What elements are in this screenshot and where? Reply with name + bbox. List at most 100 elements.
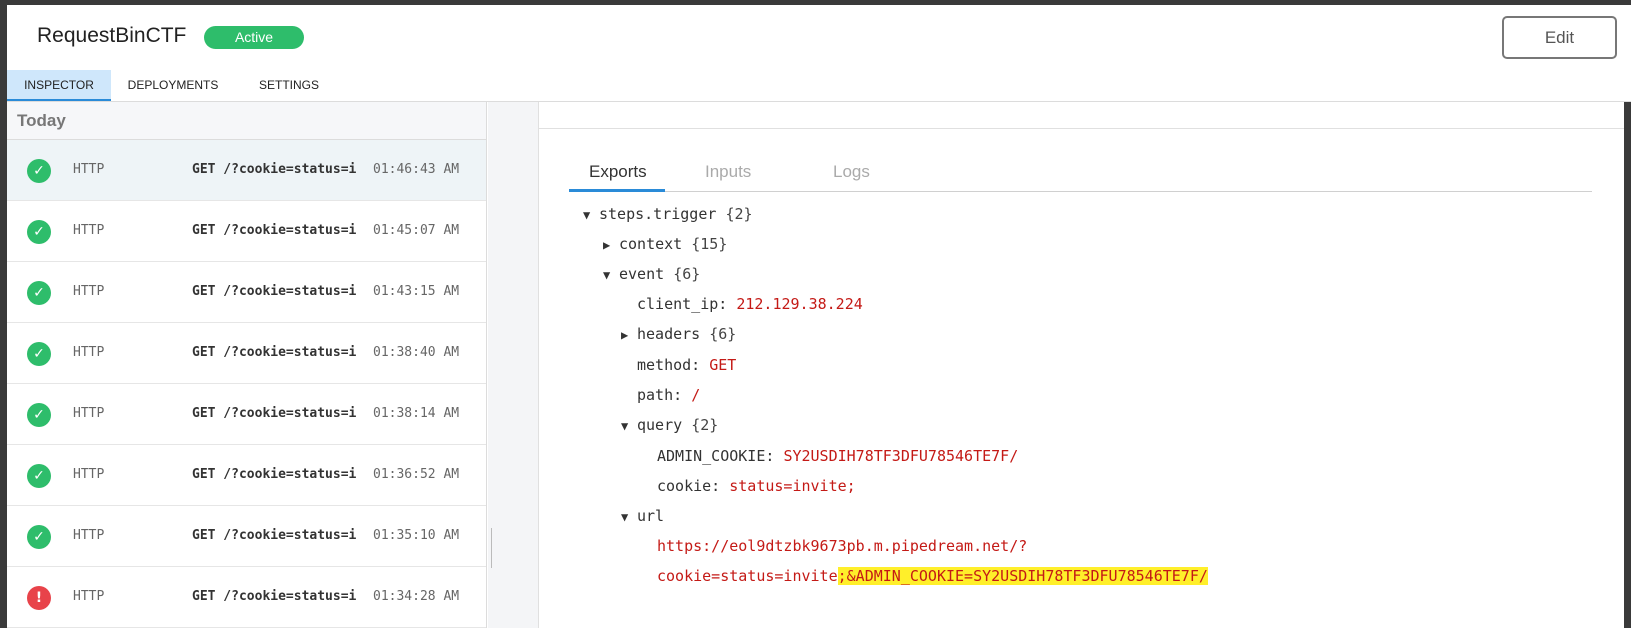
- event-path: GET /?cookie=status=invite;: [192, 528, 357, 543]
- tree-node-steps-trigger[interactable]: ▼ steps.trigger {2}: [583, 205, 753, 223]
- tree-leaf-admin-cookie: ADMIN_COOKIE: SY2USDIH78TF3DFU78546TE7F/: [657, 447, 1018, 465]
- tree-node-url[interactable]: ▼ url: [621, 507, 664, 525]
- tab-exports[interactable]: Exports: [589, 162, 647, 182]
- event-detail-panel: Exports Inputs Logs ▼ steps.trigger {2} ▶…: [538, 102, 1625, 628]
- event-protocol: HTTP: [73, 589, 105, 604]
- event-protocol: HTTP: [73, 528, 105, 543]
- tree-leaf-client-ip: client_ip: 212.129.38.224: [637, 295, 863, 313]
- event-row[interactable]: ✓ HTTP GET /?cookie=status=invite; 01:35…: [7, 506, 486, 567]
- event-protocol: HTTP: [73, 467, 105, 482]
- tree-count: {2}: [691, 416, 719, 434]
- event-path: GET /?cookie=status=invite;: [192, 406, 357, 421]
- error-circle-icon: !: [27, 586, 51, 610]
- event-protocol: HTTP: [73, 162, 105, 177]
- tree-key: ADMIN_COOKIE:: [657, 447, 775, 465]
- event-time: 01:43:15 AM: [373, 284, 460, 299]
- event-time: 01:36:52 AM: [373, 467, 460, 482]
- tree-leaf-cookie: cookie: status=invite;: [657, 477, 856, 495]
- event-protocol: HTTP: [73, 284, 105, 299]
- check-circle-icon: ✓: [27, 525, 51, 549]
- caret-down-icon: ▼: [583, 208, 591, 222]
- edit-button[interactable]: Edit: [1502, 16, 1617, 59]
- caret-right-icon: ▶: [603, 238, 611, 252]
- event-row[interactable]: ✓ HTTP GET /?cookie=status=invite; 01:38…: [7, 323, 486, 384]
- event-time: 01:34:28 AM: [373, 589, 460, 604]
- tree-leaf-url-value-cont: cookie=status=invite;&ADMIN_COOKIE=SY2US…: [657, 567, 1208, 585]
- event-path: GET /?cookie=status=invite;: [192, 467, 357, 482]
- tree-key: steps.trigger: [599, 205, 717, 223]
- url-value-line: https://eol9dtzbk9673pb.m.pipedream.net/…: [657, 537, 1028, 555]
- event-protocol: HTTP: [73, 223, 105, 238]
- tree-value: status=invite;: [729, 477, 856, 495]
- tree-value: SY2USDIH78TF3DFU78546TE7F/: [783, 447, 1019, 465]
- tree-key: cookie:: [657, 477, 721, 495]
- tree-count: {6}: [709, 325, 737, 343]
- event-time: 01:38:40 AM: [373, 345, 460, 360]
- check-circle-icon: ✓: [27, 281, 51, 305]
- tree-leaf-path: path: /: [637, 386, 700, 404]
- check-circle-icon: ✓: [27, 159, 51, 183]
- check-circle-icon: ✓: [27, 220, 51, 244]
- highlighted-admin-cookie: ;&ADMIN_COOKIE=SY2USDIH78TF3DFU78546TE7F…: [837, 567, 1208, 585]
- main-tabs: INSPECTOR DEPLOYMENTS SETTINGS: [7, 70, 343, 102]
- status-badge: Active: [204, 26, 304, 49]
- detail-tabs: Exports Inputs Logs: [569, 158, 1592, 192]
- tree-value: 212.129.38.224: [736, 295, 863, 313]
- tree-key: event: [619, 265, 665, 283]
- pane-resize-handle[interactable]: [491, 528, 492, 568]
- check-circle-icon: ✓: [27, 403, 51, 427]
- check-circle-icon: ✓: [27, 342, 51, 366]
- pane-gutter: [488, 102, 538, 628]
- check-circle-icon: ✓: [27, 464, 51, 488]
- caret-right-icon: ▶: [621, 328, 629, 342]
- event-protocol: HTTP: [73, 406, 105, 421]
- url-value-line: cookie=status=invite: [657, 567, 838, 585]
- tree-value: GET: [709, 356, 737, 374]
- tab-deployments[interactable]: DEPLOYMENTS: [111, 70, 235, 101]
- tree-node-context[interactable]: ▶ context {15}: [603, 235, 727, 253]
- event-list: Today ✓ HTTP GET /?cookie=status=invite;…: [7, 102, 487, 628]
- tree-count: {6}: [673, 265, 701, 283]
- caret-down-icon: ▼: [621, 419, 629, 433]
- event-row[interactable]: ! HTTP GET /?cookie=status=invite; 01:34…: [7, 567, 486, 628]
- tab-logs[interactable]: Logs: [833, 162, 870, 182]
- event-time: 01:46:43 AM: [373, 162, 460, 177]
- tab-settings[interactable]: SETTINGS: [235, 70, 343, 101]
- page-title: RequestBinCTF: [37, 24, 187, 47]
- event-group-header: Today: [7, 102, 486, 140]
- event-path: GET /?cookie=status=invite;: [192, 345, 357, 360]
- event-row[interactable]: ✓ HTTP GET /?cookie=status=invite; 01:45…: [7, 201, 486, 262]
- event-path: GET /?cookie=status=invite;&ADMIN_COOKIE…: [192, 162, 357, 177]
- tree-key: client_ip:: [637, 295, 728, 313]
- tab-inspector[interactable]: INSPECTOR: [7, 70, 111, 101]
- tree-count: {2}: [725, 205, 753, 223]
- tree-node-headers[interactable]: ▶ headers {6}: [621, 325, 736, 343]
- tree-key: context: [619, 235, 683, 253]
- tree-count: {15}: [691, 235, 728, 253]
- caret-down-icon: ▼: [621, 510, 629, 524]
- tree-node-query[interactable]: ▼ query {2}: [621, 416, 718, 434]
- panel-divider: [539, 128, 1625, 129]
- tree-leaf-method: method: GET: [637, 356, 736, 374]
- event-time: 01:38:14 AM: [373, 406, 460, 421]
- window-right-border: [1624, 102, 1631, 628]
- tree-node-event[interactable]: ▼ event {6}: [603, 265, 700, 283]
- window-top-border: [0, 0, 1631, 5]
- tree-key: method:: [637, 356, 701, 374]
- tree-key: url: [637, 507, 665, 525]
- tab-inputs[interactable]: Inputs: [705, 162, 751, 182]
- event-path: GET /?cookie=status=invite;: [192, 589, 357, 604]
- active-tab-indicator: [569, 189, 665, 192]
- event-row[interactable]: ✓ HTTP GET /?cookie=status=invite;&ADMIN…: [7, 140, 486, 201]
- tree-value: /: [691, 386, 701, 404]
- tree-key: query: [637, 416, 683, 434]
- event-path: GET /?cookie=status=invite;: [192, 223, 357, 238]
- event-row[interactable]: ✓ HTTP GET /?cookie=status=invite; 01:38…: [7, 384, 486, 445]
- window-left-border: [0, 5, 7, 628]
- event-row[interactable]: ✓ HTTP GET /?cookie=status=invite; 01:43…: [7, 262, 486, 323]
- tree-leaf-url-value: https://eol9dtzbk9673pb.m.pipedream.net/…: [657, 537, 1027, 555]
- event-protocol: HTTP: [73, 345, 105, 360]
- tree-key: headers: [637, 325, 701, 343]
- caret-down-icon: ▼: [603, 268, 611, 282]
- event-row[interactable]: ✓ HTTP GET /?cookie=status=invite; 01:36…: [7, 445, 486, 506]
